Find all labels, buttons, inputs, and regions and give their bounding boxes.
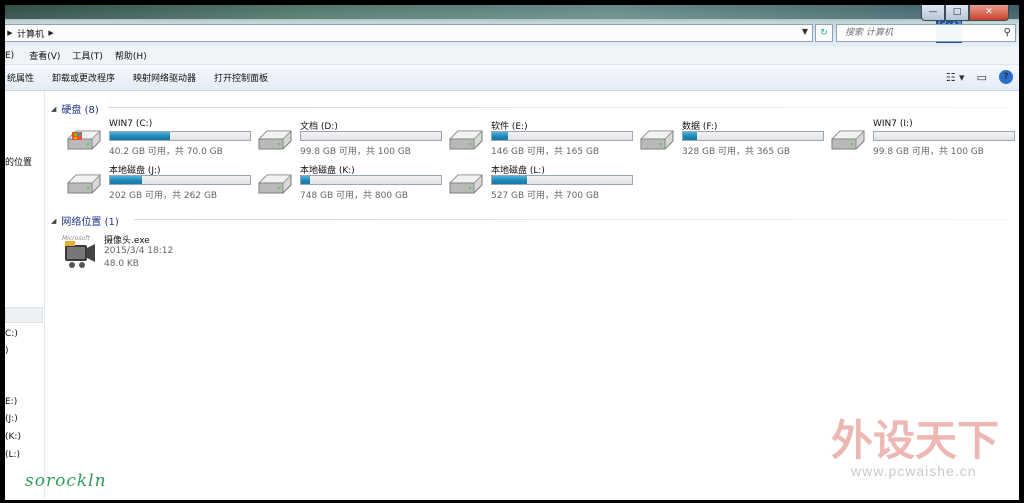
close-button[interactable]: ✕ [969, 5, 1009, 21]
drive-usage-fill [492, 176, 527, 184]
icon-microsoft-label: Microsoft [62, 235, 90, 242]
preview-pane-icon[interactable]: ▭ [977, 71, 987, 84]
network-file-item[interactable]: Microsoft 摄像头.exe 2015/3/4 18:12 48.0 KB [62, 233, 262, 273]
drive-tile[interactable]: 本地磁盘 (L:) 527 GB 可用，共 700 GB [438, 163, 633, 201]
title-bar: 75.1% — □ ✕ ▶ 计算机 ▶ ▼ ↻ ⚲ [5, 5, 1019, 47]
view-controls: ☷ ▾ ▭ ? [946, 70, 1013, 84]
open-control-panel-button[interactable]: 打开控制面板 [205, 71, 277, 84]
group-header-hard-disks[interactable]: ◢ 硬盘 (8) [51, 101, 99, 117]
nav-item-drive-l[interactable]: (L:) [5, 450, 20, 460]
hard-drive-icon [258, 174, 292, 194]
drive-usage-fill [301, 176, 311, 184]
nav-item-recent-places[interactable]: 的位置 [5, 155, 32, 168]
window-controls: — □ ✕ [921, 5, 1009, 21]
drive-capacity: 527 GB 可用，共 700 GB [491, 191, 600, 201]
nav-item-drive-e[interactable]: E:) [5, 397, 17, 407]
change-view-icon[interactable]: ☷ ▾ [946, 71, 965, 84]
breadcrumb-computer[interactable]: 计算机 [15, 27, 46, 40]
drive-tile[interactable]: 本地磁盘 (K:) 748 GB 可用，共 800 GB [247, 163, 442, 201]
menu-bar: E) 查看(V) 工具(T) 帮助(H) [5, 47, 1019, 65]
drive-usage-bar [491, 175, 633, 185]
drive-tile[interactable]: 文档 (D:) 99.8 GB 可用，共 100 GB [247, 119, 442, 157]
map-network-drive-button[interactable]: 映射网络驱动器 [124, 71, 205, 84]
system-properties-button[interactable]: 统属性 [5, 71, 43, 84]
breadcrumb-chevron-icon[interactable]: ▶ [5, 29, 15, 37]
help-icon[interactable]: ? [999, 70, 1013, 84]
camera-exe-icon: Microsoft [62, 235, 95, 268]
aero-glass [5, 5, 1019, 19]
menu-tools[interactable]: 工具(T) [66, 49, 109, 62]
menu-view[interactable]: 查看(V) [23, 49, 66, 62]
drive-capacity: 40.2 GB 可用，共 70.0 GB [109, 147, 223, 157]
group-divider [134, 219, 1008, 220]
nav-item-drive-j[interactable]: (J:) [5, 414, 18, 424]
menu-help[interactable]: 帮助(H) [109, 49, 153, 62]
drive-capacity: 748 GB 可用，共 800 GB [300, 191, 409, 201]
refresh-icon: ↻ [820, 28, 828, 38]
drive-usage-bar [491, 131, 633, 141]
drive-capacity: 146 GB 可用，共 165 GB [491, 147, 600, 157]
logo-text: 外设天下 [831, 416, 999, 465]
drive-tile[interactable]: WIN7 (C:) 40.2 GB 可用，共 70.0 GB [56, 119, 251, 157]
drive-capacity: 99.8 GB 可用，共 100 GB [873, 147, 984, 157]
address-dropdown-icon[interactable]: ▼ [802, 27, 808, 36]
hard-drive-icon [67, 174, 101, 194]
drive-usage-fill [492, 132, 509, 140]
menu-edit[interactable]: E) [5, 51, 23, 61]
nav-item-computer-selected[interactable] [5, 307, 43, 323]
drive-usage-fill [110, 132, 170, 140]
collapse-triangle-icon[interactable]: ◢ [51, 217, 56, 225]
drive-usage-bar [300, 131, 442, 141]
command-bar: 统属性 卸载或更改程序 映射网络驱动器 打开控制面板 ☷ ▾ ▭ ? [5, 65, 1019, 91]
drive-usage-fill [110, 176, 143, 184]
nav-item-drive-c[interactable]: C:) [5, 329, 18, 339]
url-watermark: www.pcwaishe.cn [851, 463, 977, 479]
hard-drive-icon [449, 130, 483, 150]
file-name: 摄像头.exe [104, 236, 150, 246]
drive-capacity: 328 GB 可用，共 365 GB [682, 147, 791, 157]
nav-item-drive-k[interactable]: (K:) [5, 432, 21, 442]
drive-tile[interactable]: 本地磁盘 (J:) 202 GB 可用，共 262 GB [56, 163, 251, 201]
system-drive-icon [67, 130, 101, 150]
drive-tile[interactable]: 软件 (E:) 146 GB 可用，共 165 GB [438, 119, 633, 157]
drive-name: WIN7 (I:) [873, 119, 913, 129]
drive-tile[interactable]: 数据 (F:) 328 GB 可用，共 365 GB [629, 119, 824, 157]
search-input[interactable] [837, 25, 987, 41]
hard-drive-icon [831, 130, 865, 150]
group-title: 网络位置 (1) [61, 217, 119, 228]
group-header-network[interactable]: ◢ 网络位置 (1) [51, 213, 119, 229]
drive-name: WIN7 (C:) [109, 119, 153, 129]
search-box[interactable]: ⚲ [836, 24, 1016, 42]
drive-capacity: 99.8 GB 可用，共 100 GB [300, 147, 411, 157]
drive-usage-fill [683, 132, 698, 140]
group-title: 硬盘 (8) [61, 105, 99, 116]
navigation-pane: 的位置 C:) ) E:) (J:) (K:) (L:) [5, 91, 45, 500]
drive-usage-bar [300, 175, 442, 185]
drive-usage-bar [873, 131, 1015, 141]
drive-usage-bar [109, 175, 251, 185]
address-bar[interactable]: ▶ 计算机 ▶ ▼ [5, 24, 813, 42]
uninstall-program-button[interactable]: 卸载或更改程序 [43, 71, 124, 84]
maximize-button[interactable]: □ [945, 5, 969, 21]
drive-usage-bar [682, 131, 824, 141]
search-icon[interactable]: ⚲ [1004, 27, 1011, 38]
hard-drive-icon [258, 130, 292, 150]
explorer-window: 75.1% — □ ✕ ▶ 计算机 ▶ ▼ ↻ ⚲ E) 查看(V) 工具(T)… [5, 5, 1019, 500]
drive-usage-bar [109, 131, 251, 141]
group-divider [108, 107, 1008, 108]
drive-capacity: 202 GB 可用，共 262 GB [109, 191, 218, 201]
file-date: 2015/3/4 18:12 [104, 246, 174, 256]
nav-item-drive-d[interactable]: ) [5, 346, 9, 356]
hard-drive-icon [449, 174, 483, 194]
minimize-button[interactable]: — [921, 5, 945, 21]
drive-tile[interactable]: WIN7 (I:) 99.8 GB 可用，共 100 GB [820, 119, 1015, 157]
refresh-button[interactable]: ↻ [815, 24, 833, 42]
hard-drive-icon [640, 130, 674, 150]
signature-watermark: sorockln [25, 471, 107, 491]
collapse-triangle-icon[interactable]: ◢ [51, 105, 56, 113]
file-size: 48.0 KB [104, 259, 139, 269]
breadcrumb-chevron-icon[interactable]: ▶ [46, 29, 56, 37]
